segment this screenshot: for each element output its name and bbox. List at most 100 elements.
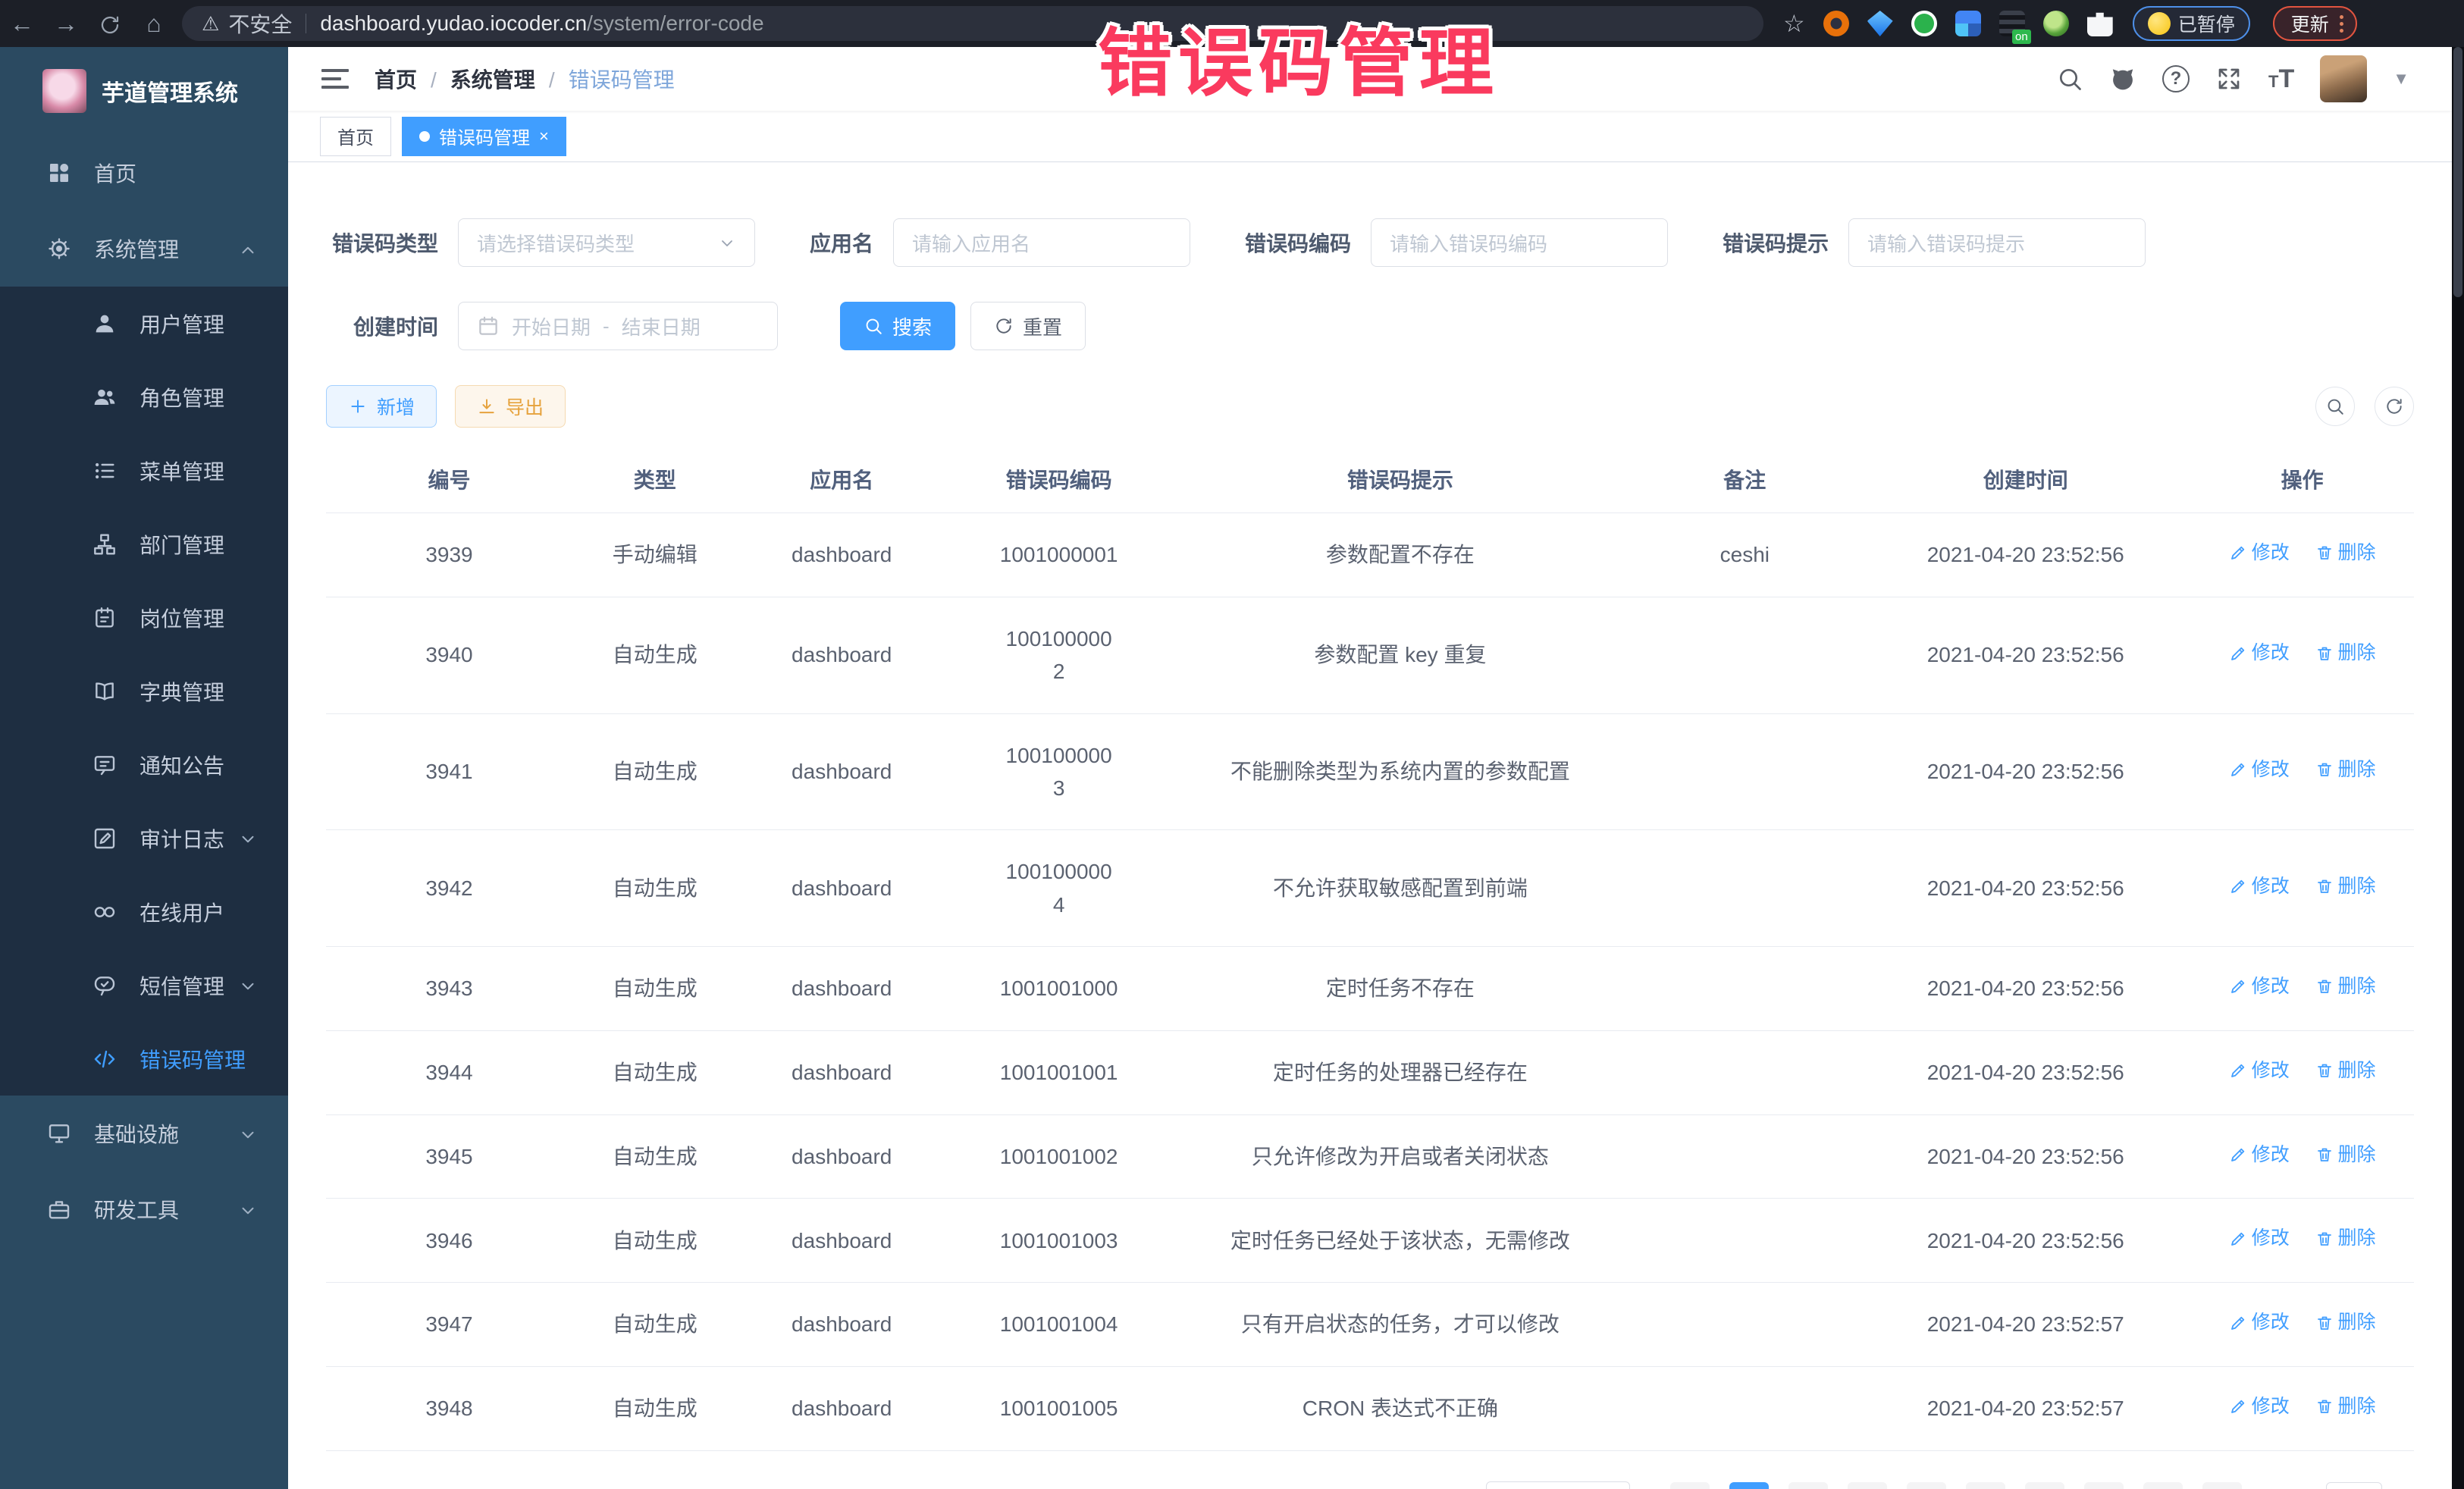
page-button[interactable]: 1 xyxy=(1729,1482,1769,1489)
sidebar-item[interactable]: 基础设施 xyxy=(0,1096,288,1171)
edit-link[interactable]: 修改 xyxy=(2229,1224,2290,1253)
breadcrumb-item[interactable]: 错误码管理 xyxy=(569,64,675,94)
cell-time: 2021-04-20 23:52:56 xyxy=(1861,713,2190,830)
url-host: dashboard.yudao.iocoder.cn xyxy=(320,11,587,36)
error-msg-input[interactable]: 请输入错误码提示 xyxy=(1848,218,2146,267)
extension-icon-orange[interactable] xyxy=(1823,11,1849,36)
view-tag[interactable]: 首页 xyxy=(320,117,391,156)
search-button[interactable]: 搜索 xyxy=(840,302,955,350)
delete-link[interactable]: 删除 xyxy=(2315,755,2376,785)
toggle-search-button[interactable] xyxy=(2315,387,2355,426)
next-page-button[interactable]: › xyxy=(2202,1482,2242,1489)
delete-link[interactable]: 删除 xyxy=(2315,1392,2376,1422)
prev-page-button[interactable]: ‹ xyxy=(1670,1482,1710,1489)
sidebar-item[interactable]: 错误码管理 xyxy=(0,1022,288,1096)
close-icon[interactable]: × xyxy=(539,127,549,146)
page-button[interactable]: 4 xyxy=(1907,1482,1946,1489)
profile-paused-chip[interactable]: 已暂停 xyxy=(2133,6,2250,41)
sidebar-item[interactable]: 部门管理 xyxy=(0,507,288,581)
fullscreen-icon[interactable] xyxy=(2215,65,2243,92)
breadcrumb-item[interactable]: 首页 xyxy=(375,64,437,94)
sidebar-item[interactable]: 系统管理 xyxy=(0,211,288,287)
sidebar-item[interactable]: 用户管理 xyxy=(0,287,288,360)
browser-back-icon[interactable]: ← xyxy=(0,10,44,38)
edit-link[interactable]: 修改 xyxy=(2229,872,2290,901)
sidebar-item[interactable]: 菜单管理 xyxy=(0,434,288,507)
sidebar-item[interactable]: 审计日志 xyxy=(0,801,288,875)
page-button[interactable]: 2 xyxy=(1788,1482,1828,1489)
reset-button[interactable]: 重置 xyxy=(970,302,1086,350)
sidebar-item[interactable]: 短信管理 xyxy=(0,948,288,1022)
sidebar-item[interactable]: 首页 xyxy=(0,135,288,211)
user-avatar[interactable] xyxy=(2320,55,2367,102)
sidebar-collapse-icon[interactable] xyxy=(321,69,349,89)
breadcrumb-item[interactable]: 系统管理 xyxy=(450,64,555,94)
edit-link[interactable]: 修改 xyxy=(2229,1308,2290,1337)
edit-link[interactable]: 修改 xyxy=(2229,755,2290,785)
delete-link[interactable]: 删除 xyxy=(2315,1224,2376,1253)
app-name-input[interactable]: 请输入应用名 xyxy=(893,218,1190,267)
cell-code: 1001001004 xyxy=(946,1283,1171,1367)
browser-reload-icon[interactable] xyxy=(88,10,132,38)
browser-forward-icon[interactable]: → xyxy=(44,10,88,38)
delete-link[interactable]: 删除 xyxy=(2315,638,2376,668)
delete-link[interactable]: 删除 xyxy=(2315,872,2376,901)
page-button[interactable]: 3 xyxy=(1848,1482,1887,1489)
edit-link[interactable]: 修改 xyxy=(2229,972,2290,1002)
extension-icon-tampermonkey[interactable] xyxy=(1999,11,2025,36)
add-button[interactable]: 新增 xyxy=(326,385,437,428)
delete-link[interactable]: 删除 xyxy=(2315,1140,2376,1170)
cell-code: 1001001002 xyxy=(946,1114,1171,1199)
extension-icon-grid[interactable] xyxy=(1955,11,1981,36)
extension-icon-green-v[interactable] xyxy=(1911,11,1937,36)
delete-link[interactable]: 删除 xyxy=(2315,1308,2376,1337)
delete-link[interactable]: 删除 xyxy=(2315,1056,2376,1086)
cell-id: 3941 xyxy=(326,713,572,830)
sidebar-item[interactable]: 在线用户 xyxy=(0,875,288,948)
bookmark-star-icon[interactable]: ☆ xyxy=(1783,9,1805,38)
browser-update-button[interactable]: 更新 xyxy=(2273,6,2357,41)
cell-code: 1001000001 xyxy=(946,513,1171,597)
browser-menu-icon[interactable] xyxy=(2340,15,2343,33)
delete-link[interactable]: 删除 xyxy=(2315,972,2376,1002)
sidebar-item[interactable]: 通知公告 xyxy=(0,728,288,801)
sidebar-item[interactable]: 岗位管理 xyxy=(0,581,288,654)
trash-icon xyxy=(2315,760,2334,779)
refresh-table-button[interactable] xyxy=(2375,387,2414,426)
extensions-puzzle-icon[interactable] xyxy=(2087,11,2113,36)
cell-actions: 修改 删除 xyxy=(2190,1199,2414,1283)
date-range-picker[interactable]: 开始日期 - 结束日期 xyxy=(458,302,778,350)
sidebar-item[interactable]: 角色管理 xyxy=(0,360,288,434)
page-button[interactable]: 5 xyxy=(1966,1482,2005,1489)
edit-link[interactable]: 修改 xyxy=(2229,1056,2290,1086)
help-icon[interactable]: ? xyxy=(2162,65,2190,92)
extension-icon-blue-drop[interactable] xyxy=(1867,11,1893,36)
sidebar-item-label: 用户管理 xyxy=(140,309,224,339)
delete-link[interactable]: 删除 xyxy=(2315,538,2376,568)
error-type-select[interactable]: 请选择错误码类型 xyxy=(458,218,755,267)
browser-home-icon[interactable]: ⌂ xyxy=(132,10,176,38)
edit-link[interactable]: 修改 xyxy=(2229,1392,2290,1422)
goto-page-input[interactable]: 1 xyxy=(2326,1482,2382,1489)
address-bar[interactable]: ⚠ 不安全 dashboard.yudao.iocoder.cn /system… xyxy=(182,6,1763,41)
edit-link[interactable]: 修改 xyxy=(2229,638,2290,668)
page-scrollbar[interactable] xyxy=(2452,47,2464,1489)
page-size-select[interactable]: 10条/页 xyxy=(1486,1481,1630,1489)
cell-memo xyxy=(1629,1199,1861,1283)
edit-link[interactable]: 修改 xyxy=(2229,538,2290,568)
font-size-icon[interactable]: TT xyxy=(2268,64,2294,94)
view-tag[interactable]: 错误码管理 × xyxy=(402,117,566,156)
avatar-caret-down-icon[interactable]: ▼ xyxy=(2393,69,2409,89)
page-button[interactable]: 8 xyxy=(2143,1482,2183,1489)
sidebar-item[interactable]: 研发工具 xyxy=(0,1171,288,1247)
sidebar-item[interactable]: 字典管理 xyxy=(0,654,288,728)
github-icon[interactable] xyxy=(2109,65,2136,92)
search-icon[interactable] xyxy=(2056,65,2083,92)
error-code-input[interactable]: 请输入错误码编码 xyxy=(1371,218,1668,267)
scrollbar-thumb[interactable] xyxy=(2453,47,2462,297)
edit-link[interactable]: 修改 xyxy=(2229,1140,2290,1170)
page-button[interactable]: ... xyxy=(2084,1482,2124,1489)
page-button[interactable]: 6 xyxy=(2025,1482,2064,1489)
extension-icon-key[interactable] xyxy=(2043,11,2069,36)
export-button[interactable]: 导出 xyxy=(455,385,566,428)
